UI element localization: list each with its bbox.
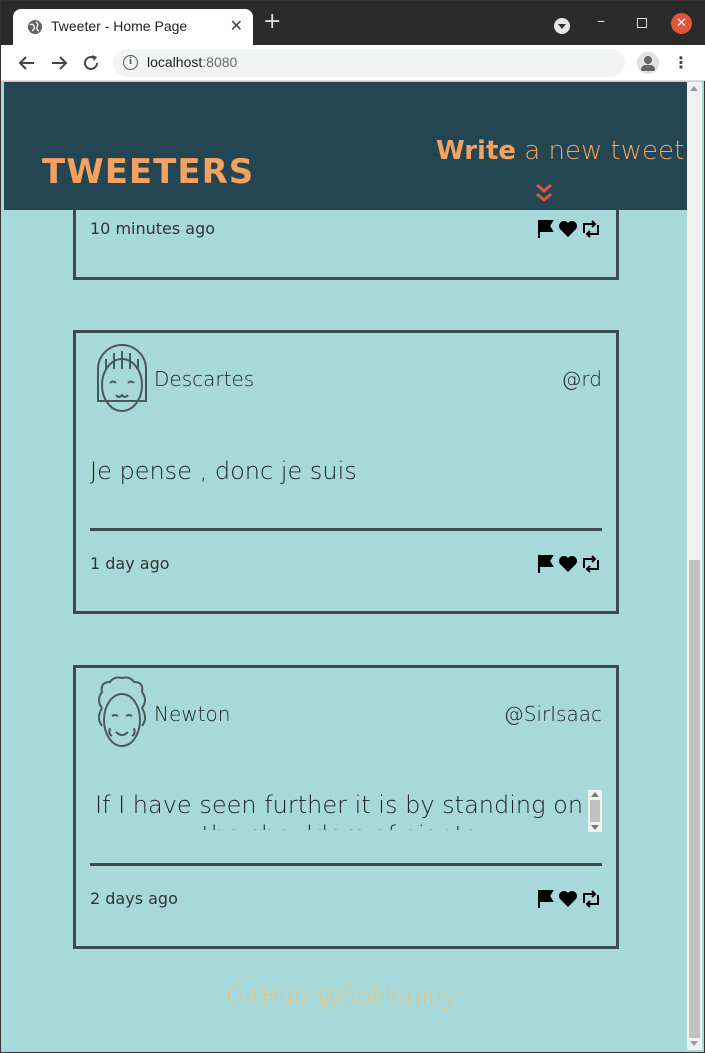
menu-icon[interactable]: ⋮ (673, 53, 689, 73)
scroll-down-icon[interactable] (591, 825, 599, 830)
flag-icon[interactable] (536, 219, 556, 239)
compose-bold: Write (436, 136, 517, 166)
window-close-button[interactable]: ✕ (671, 13, 692, 34)
retweet-icon[interactable] (580, 889, 602, 909)
tweet-divider (90, 863, 602, 866)
scroll-up-icon[interactable] (591, 792, 599, 797)
flag-icon[interactable] (536, 889, 556, 909)
tweet-author-name: Newton (154, 702, 231, 726)
forward-icon[interactable] (47, 51, 71, 75)
tweet-time: 1 day ago (90, 554, 170, 573)
tab-title: Tweeter - Home Page (51, 18, 188, 34)
browser-window: Tweeter - Home Page ✕ + – ✕ i localhost:… (0, 0, 705, 1053)
heart-icon[interactable] (558, 554, 578, 574)
avatar (97, 344, 147, 412)
page-scrollbar[interactable] (687, 82, 702, 1050)
scroll-thumb[interactable] (689, 560, 700, 1038)
github-link[interactable]: GitHub:@Soliloqiuy (226, 982, 457, 1010)
minimize-button[interactable]: – (597, 11, 605, 30)
tweet-card: Newton @SirIsaac If I have seen further … (73, 665, 619, 949)
tweet-actions (536, 554, 602, 574)
retweet-icon[interactable] (580, 554, 602, 574)
compose-tweet-toggle[interactable]: Write a new tweet (436, 136, 684, 166)
flag-icon[interactable] (536, 554, 556, 574)
chevron-down-icon[interactable] (534, 182, 554, 204)
tab-bar: Tweeter - Home Page ✕ + – ✕ (1, 1, 705, 45)
tweet-divider (90, 528, 602, 531)
reload-icon[interactable] (79, 51, 103, 75)
browser-tab[interactable]: Tweeter - Home Page ✕ (13, 9, 253, 45)
globe-icon (28, 20, 42, 34)
tweet-actions (536, 219, 602, 239)
heart-icon[interactable] (558, 889, 578, 909)
scroll-up-icon[interactable] (690, 86, 698, 91)
back-icon[interactable] (15, 51, 39, 75)
brand-logo: TWEETERS (42, 152, 255, 192)
profile-icon[interactable] (637, 52, 659, 74)
tweet-time: 10 minutes ago (90, 219, 216, 238)
tweet-content-text: If I have seen further it is by standing… (94, 791, 584, 830)
avatar (98, 676, 146, 747)
tweet-content[interactable]: If I have seen further it is by standing… (90, 790, 588, 830)
scroll-thumb[interactable] (590, 800, 600, 822)
url-text: localhost:8080 (147, 54, 238, 70)
tweet-actions (536, 889, 602, 909)
tweet-author-handle: @SirIsaac (503, 702, 602, 726)
heart-icon[interactable] (558, 219, 578, 239)
maximize-button[interactable] (637, 18, 647, 28)
tweet-author-handle: @rd (561, 367, 602, 391)
browser-toolbar: i localhost:8080 ☆ ⋮ (1, 45, 705, 81)
tweet-author-name: Descartes (154, 367, 255, 391)
tab-search-button[interactable] (554, 18, 570, 34)
scroll-down-icon[interactable] (690, 1041, 698, 1046)
tweet-time: 2 days ago (90, 889, 178, 908)
tweet-card: Descartes @rd Je pense , donc je suis 1 … (73, 330, 619, 614)
info-icon[interactable]: i (123, 55, 138, 70)
tweet-content: Je pense , donc je suis (90, 457, 357, 485)
address-bar[interactable]: i localhost:8080 ☆ (113, 49, 625, 77)
close-icon[interactable]: ✕ (230, 16, 243, 35)
app-header: TWEETERS Write a new tweet (4, 82, 687, 210)
plus-icon[interactable]: + (263, 11, 281, 33)
tweet-content-scrollbar[interactable] (588, 790, 602, 832)
compose-rest: a new tweet (516, 136, 685, 166)
retweet-icon[interactable] (580, 219, 602, 239)
page-viewport: 10 minutes ago Descartes @rd Je pense , … (4, 82, 687, 1050)
